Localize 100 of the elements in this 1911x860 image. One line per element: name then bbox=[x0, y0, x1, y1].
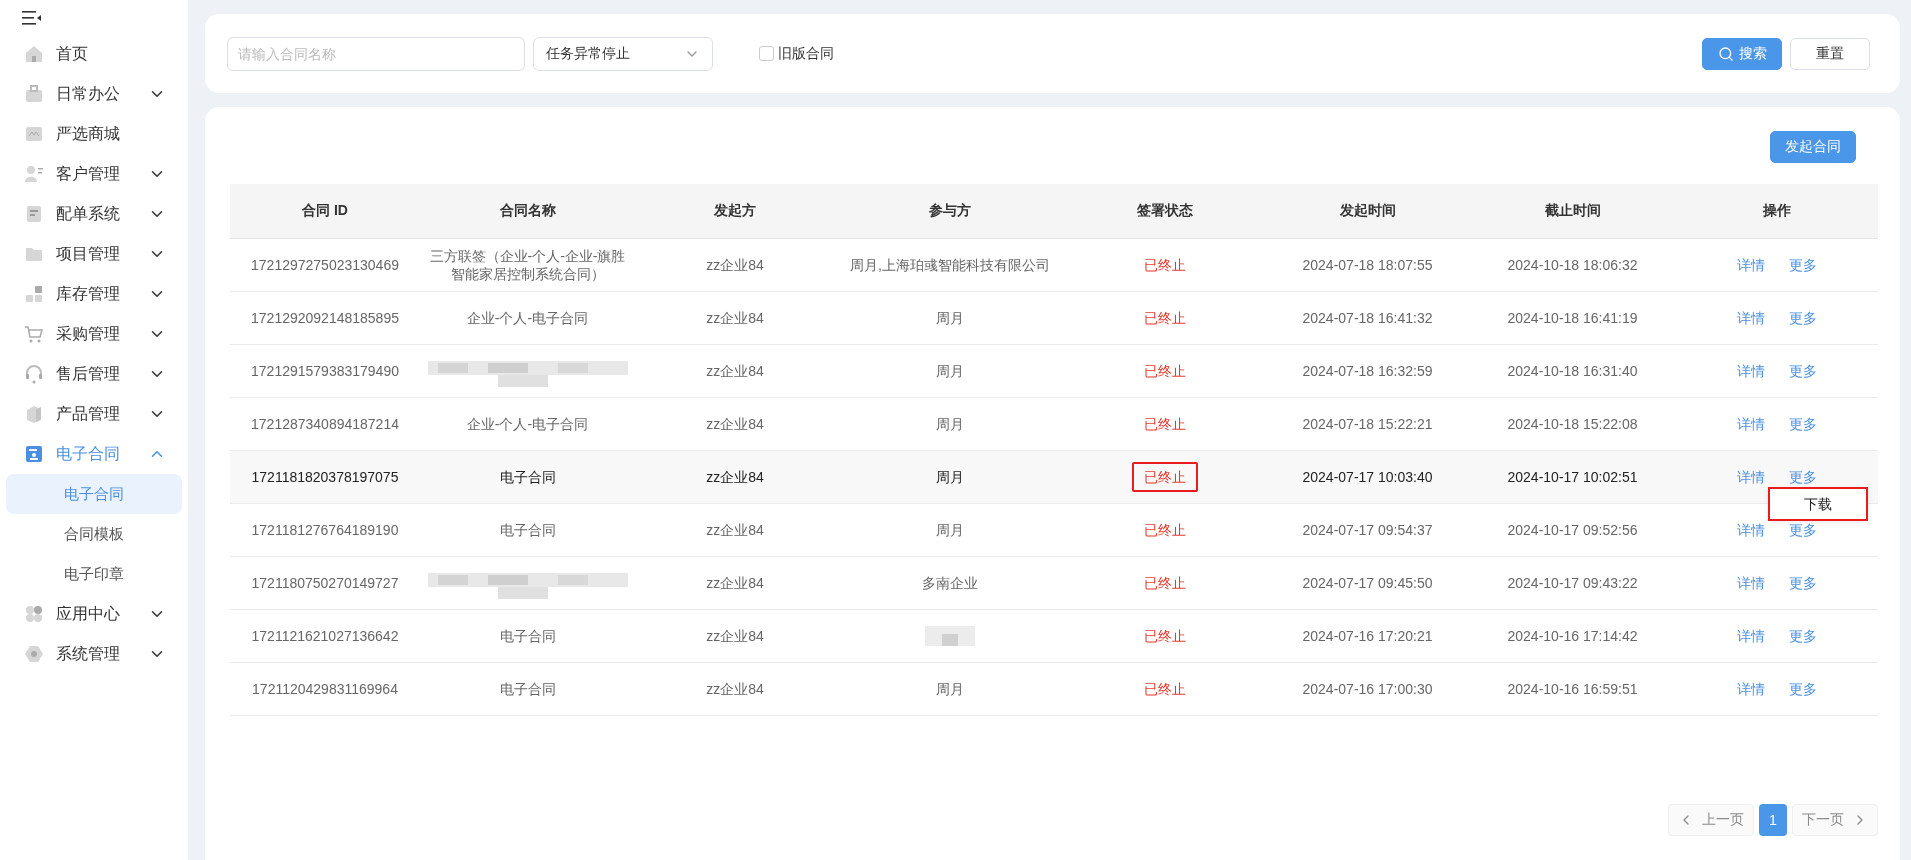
blocks-icon bbox=[24, 284, 44, 304]
user-card-icon bbox=[24, 164, 44, 184]
more-link[interactable]: 更多 bbox=[1788, 310, 1817, 326]
status-text: 已终止 bbox=[1143, 574, 1187, 593]
details-link[interactable]: 详情 bbox=[1736, 628, 1765, 644]
table-cell: 2024-10-18 16:31:40 bbox=[1470, 344, 1675, 398]
table-cell: 周月 bbox=[835, 291, 1065, 345]
cart-icon bbox=[24, 324, 44, 344]
table-cell: zz企业84 bbox=[635, 450, 835, 504]
table-cell: 电子合同 bbox=[420, 662, 635, 716]
status-text: 已终止 bbox=[1143, 309, 1187, 328]
status-text: 已终止 bbox=[1132, 462, 1198, 492]
hexagon-icon bbox=[24, 644, 44, 664]
table-cell: 2024-07-17 09:45:50 bbox=[1265, 556, 1470, 610]
sidebar-subitem[interactable]: 电子合同 bbox=[6, 474, 182, 514]
sidebar-subitem[interactable]: 电子印章 bbox=[6, 554, 182, 594]
status-text: 已终止 bbox=[1143, 415, 1187, 434]
sidebar-item[interactable]: 首页 bbox=[0, 34, 188, 74]
table-cell: 2024-07-17 10:03:40 bbox=[1265, 450, 1470, 504]
table-cell: 三方联签（企业-个人-企业-旗胜智能家居控制系统合同） bbox=[420, 238, 635, 292]
sidebar-item[interactable]: 项目管理 bbox=[0, 234, 188, 274]
table-cell: 周月 bbox=[835, 344, 1065, 398]
table-cell: 2024-10-18 15:22:08 bbox=[1470, 397, 1675, 451]
table-cell: zz企业84 bbox=[635, 344, 835, 398]
home-icon bbox=[24, 44, 44, 64]
sidebar-item[interactable]: 日常办公 bbox=[0, 74, 188, 114]
details-link[interactable]: 详情 bbox=[1736, 469, 1765, 485]
more-link[interactable]: 更多 bbox=[1788, 363, 1817, 379]
table-cell: 1721291579383179490 bbox=[230, 344, 420, 398]
column-header: 截止时间 bbox=[1470, 184, 1675, 239]
reset-button[interactable]: 重置 bbox=[1790, 37, 1870, 70]
more-link[interactable]: 更多 bbox=[1788, 681, 1817, 697]
details-link[interactable]: 详情 bbox=[1736, 575, 1765, 591]
table-cell: 2024-07-18 16:32:59 bbox=[1265, 344, 1470, 398]
table-cell: zz企业84 bbox=[635, 503, 835, 557]
table-cell: 1721180750270149727 bbox=[230, 556, 420, 610]
table-cell: 2024-07-18 15:22:21 bbox=[1265, 397, 1470, 451]
table-cell: 2024-10-16 16:59:51 bbox=[1470, 662, 1675, 716]
sidebar-item[interactable]: 严选商城 bbox=[0, 114, 188, 154]
table-cell: zz企业84 bbox=[635, 238, 835, 292]
details-link[interactable]: 详情 bbox=[1736, 363, 1765, 379]
sidebar-subitem[interactable]: 合同模板 bbox=[6, 514, 182, 554]
menu-item[interactable]: 下载 bbox=[1804, 495, 1832, 513]
table-cell: 2024-07-16 17:20:21 bbox=[1265, 609, 1470, 663]
table-cell: 电子合同 bbox=[420, 609, 635, 663]
table-cell: 1721121621027136642 bbox=[230, 609, 420, 663]
table-cell: 周月,上海珀彧智能科技有限公司 bbox=[835, 238, 1065, 292]
search-button[interactable]: 搜索 bbox=[1702, 37, 1782, 70]
table-cell: 2024-10-17 09:52:56 bbox=[1470, 503, 1675, 557]
more-link[interactable]: 更多 bbox=[1788, 628, 1817, 644]
page-button[interactable]: 1 bbox=[1759, 804, 1787, 836]
table-cell: 1721292092148185895 bbox=[230, 291, 420, 345]
more-link[interactable]: 更多 bbox=[1788, 469, 1817, 485]
more-link[interactable]: 更多 bbox=[1788, 575, 1817, 591]
details-link[interactable]: 详情 bbox=[1736, 310, 1765, 326]
table-cell: 2024-07-17 09:54:37 bbox=[1265, 503, 1470, 557]
table-cell: zz企业84 bbox=[635, 291, 835, 345]
sidebar-item[interactable]: 客户管理 bbox=[0, 154, 188, 194]
more-link[interactable]: 更多 bbox=[1788, 257, 1817, 273]
briefcase-icon bbox=[24, 84, 44, 104]
table-cell: 周月 bbox=[835, 450, 1065, 504]
column-header: 操作 bbox=[1675, 184, 1878, 239]
details-link[interactable]: 详情 bbox=[1736, 416, 1765, 432]
sidebar-item[interactable]: 库存管理 bbox=[0, 274, 188, 314]
column-header: 发起方 bbox=[635, 184, 835, 239]
sidebar-item[interactable]: 配单系统 bbox=[0, 194, 188, 234]
table-cell: 企业-个人-电子合同 bbox=[420, 291, 635, 345]
create-contract-button[interactable]: 发起合同 bbox=[1770, 131, 1856, 163]
column-header: 参与方 bbox=[835, 184, 1065, 239]
sidebar-item[interactable]: 电子合同 bbox=[0, 434, 188, 474]
more-link[interactable]: 更多 bbox=[1788, 416, 1817, 432]
status-select[interactable]: 任务异常停止 bbox=[533, 36, 713, 71]
menu-toggle-icon[interactable] bbox=[22, 8, 44, 28]
sidebar-item[interactable]: 产品管理 bbox=[0, 394, 188, 434]
checkbox[interactable] bbox=[759, 46, 774, 61]
table-cell: 电子合同 bbox=[420, 503, 635, 557]
table-cell: 2024-07-18 18:07:55 bbox=[1265, 238, 1470, 292]
details-link[interactable]: 详情 bbox=[1736, 522, 1765, 538]
sidebar-item[interactable]: 应用中心 bbox=[0, 594, 188, 634]
sidebar-item[interactable]: 采购管理 bbox=[0, 314, 188, 354]
table-cell: 周月 bbox=[835, 662, 1065, 716]
column-header: 合同名称 bbox=[420, 184, 635, 239]
sidebar-item[interactable]: 系统管理 bbox=[0, 634, 188, 674]
contract-name-field[interactable]: 请输入合同名称 bbox=[227, 36, 525, 71]
sidebar-item[interactable]: 售后管理 bbox=[0, 354, 188, 394]
column-header: 发起时间 bbox=[1265, 184, 1470, 239]
table-cell: 1721287340894187214 bbox=[230, 397, 420, 451]
cube-icon bbox=[24, 404, 44, 424]
details-link[interactable]: 详情 bbox=[1736, 257, 1765, 273]
more-link[interactable]: 更多 bbox=[1788, 522, 1817, 538]
table-cell: zz企业84 bbox=[635, 556, 835, 610]
table-cell: 1721181820378197075 bbox=[230, 450, 420, 504]
details-link[interactable]: 详情 bbox=[1736, 681, 1765, 697]
storefront-icon bbox=[24, 124, 44, 144]
table-cell: 多南企业 bbox=[835, 556, 1065, 610]
table-cell: 2024-10-16 17:14:42 bbox=[1470, 609, 1675, 663]
table-cell: 2024-10-17 09:43:22 bbox=[1470, 556, 1675, 610]
table-cell: 2024-07-18 16:41:32 bbox=[1265, 291, 1470, 345]
table-cell: 2024-10-18 16:41:19 bbox=[1470, 291, 1675, 345]
table-cell: 1721297275023130469 bbox=[230, 238, 420, 292]
